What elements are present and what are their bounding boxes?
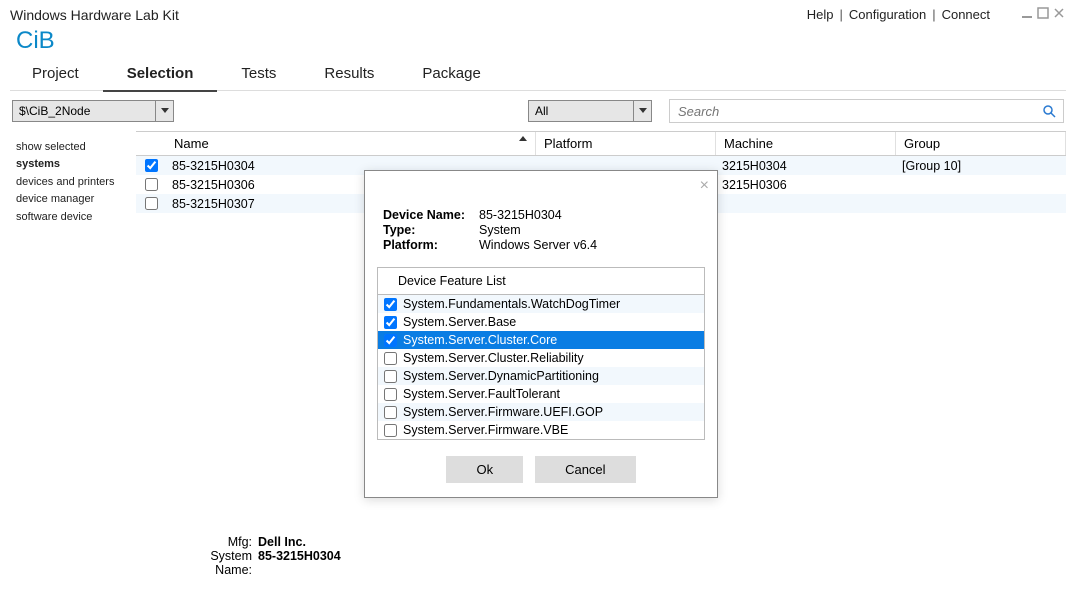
feature-checkbox[interactable] <box>384 316 397 329</box>
feature-row[interactable]: System.Server.FaultTolerant <box>378 385 704 403</box>
window-title: Windows Hardware Lab Kit <box>10 7 807 23</box>
feature-checkbox[interactable] <box>384 334 397 347</box>
search-icon[interactable] <box>1035 104 1063 118</box>
device-name-label: Device Name: <box>383 208 479 222</box>
cell-group: [Group 10] <box>896 159 1066 173</box>
column-platform[interactable]: Platform <box>536 132 716 155</box>
category-sidebar: show selectedsystemsdevices and printers… <box>10 131 136 226</box>
tab-results[interactable]: Results <box>300 59 398 92</box>
feature-label: System.Fundamentals.WatchDogTimer <box>403 297 620 311</box>
minimize-icon[interactable] <box>1020 6 1034 23</box>
feature-row[interactable]: System.Server.Firmware.VBE <box>378 421 704 439</box>
project-name: CiB <box>0 27 1076 59</box>
system-name-label: System Name: <box>172 549 252 577</box>
sidebar-item-systems[interactable]: systems <box>16 156 130 173</box>
feature-label: System.Server.DynamicPartitioning <box>403 369 599 383</box>
ok-button[interactable]: Ok <box>446 456 523 483</box>
menu-connect[interactable]: Connect <box>942 7 990 22</box>
menu-help[interactable]: Help <box>807 7 834 22</box>
type-label: Type: <box>383 223 479 237</box>
search-box[interactable] <box>669 99 1064 123</box>
feature-row[interactable]: System.Fundamentals.WatchDogTimer <box>378 295 704 313</box>
platform-label: Platform: <box>383 238 479 252</box>
filter-select[interactable] <box>528 100 652 122</box>
feature-list[interactable]: System.Fundamentals.WatchDogTimer System.… <box>378 295 704 439</box>
feature-checkbox[interactable] <box>384 298 397 311</box>
details-panel: Mfg: Dell Inc. System Name:85-3215H0304 <box>172 535 341 577</box>
device-name-value: 85-3215H0304 <box>479 208 562 222</box>
tab-package[interactable]: Package <box>398 59 504 92</box>
feature-row[interactable]: System.Server.Firmware.UEFI.GOP <box>378 403 704 421</box>
feature-label: System.Server.Firmware.VBE <box>403 423 568 437</box>
sort-indicator-icon <box>519 130 527 145</box>
type-value: System <box>479 223 521 237</box>
chevron-down-icon[interactable] <box>156 100 174 122</box>
edit-system-dialog: × Device Name:85-3215H0304 Type:System P… <box>364 170 718 498</box>
column-name[interactable]: Name <box>166 132 536 155</box>
sidebar-item-devices-and-printers[interactable]: devices and printers <box>16 174 130 191</box>
feature-checkbox[interactable] <box>384 352 397 365</box>
row-checkbox[interactable] <box>145 197 158 210</box>
row-checkbox[interactable] <box>145 159 158 172</box>
feature-checkbox[interactable] <box>384 370 397 383</box>
chevron-down-icon[interactable] <box>634 100 652 122</box>
dialog-close-button[interactable]: × <box>700 177 709 195</box>
feature-checkbox[interactable] <box>384 424 397 437</box>
pool-select[interactable] <box>12 100 174 122</box>
column-machine[interactable]: Machine <box>716 132 896 155</box>
menu-configuration[interactable]: Configuration <box>849 7 926 22</box>
feature-list-header: Device Feature List <box>378 268 704 295</box>
pool-select-value[interactable] <box>12 100 156 122</box>
feature-checkbox[interactable] <box>384 406 397 419</box>
cancel-button[interactable]: Cancel <box>535 456 635 483</box>
column-checkbox <box>136 132 166 155</box>
feature-label: System.Server.Firmware.UEFI.GOP <box>403 405 603 419</box>
column-group[interactable]: Group <box>896 132 1066 155</box>
feature-row[interactable]: System.Server.Cluster.Reliability <box>378 349 704 367</box>
menu-separator: | <box>932 7 935 22</box>
close-icon[interactable] <box>1052 6 1066 23</box>
maximize-icon[interactable] <box>1036 6 1050 23</box>
feature-label: System.Server.Cluster.Core <box>403 333 557 347</box>
menu-bar: Help | Configuration | Connect <box>807 7 990 22</box>
platform-value: Windows Server v6.4 <box>479 238 597 252</box>
mfg-label: Mfg: <box>172 535 252 549</box>
menu-separator: | <box>839 7 842 22</box>
tab-selection[interactable]: Selection <box>103 59 218 92</box>
sidebar-item-show-selected[interactable]: show selected <box>16 139 130 156</box>
system-name-value: 85-3215H0304 <box>258 549 341 577</box>
sidebar-item-software-device[interactable]: software device <box>16 209 130 226</box>
cell-machine: 3215H0304 <box>716 159 896 173</box>
mfg-value: Dell Inc. <box>258 535 306 549</box>
feature-row[interactable]: System.Server.Cluster.Core <box>378 331 704 349</box>
feature-checkbox[interactable] <box>384 388 397 401</box>
tab-tests[interactable]: Tests <box>217 59 300 92</box>
feature-label: System.Server.FaultTolerant <box>403 387 560 401</box>
row-checkbox[interactable] <box>145 178 158 191</box>
sidebar-item-device-manager[interactable]: device manager <box>16 191 130 208</box>
tab-project[interactable]: Project <box>8 59 103 92</box>
feature-row[interactable]: System.Server.DynamicPartitioning <box>378 367 704 385</box>
search-input[interactable] <box>670 102 1035 121</box>
feature-label: System.Server.Base <box>403 315 516 329</box>
feature-row[interactable]: System.Server.Base <box>378 313 704 331</box>
filter-select-value[interactable] <box>528 100 634 122</box>
cell-machine: 3215H0306 <box>716 178 896 192</box>
feature-label: System.Server.Cluster.Reliability <box>403 351 584 365</box>
